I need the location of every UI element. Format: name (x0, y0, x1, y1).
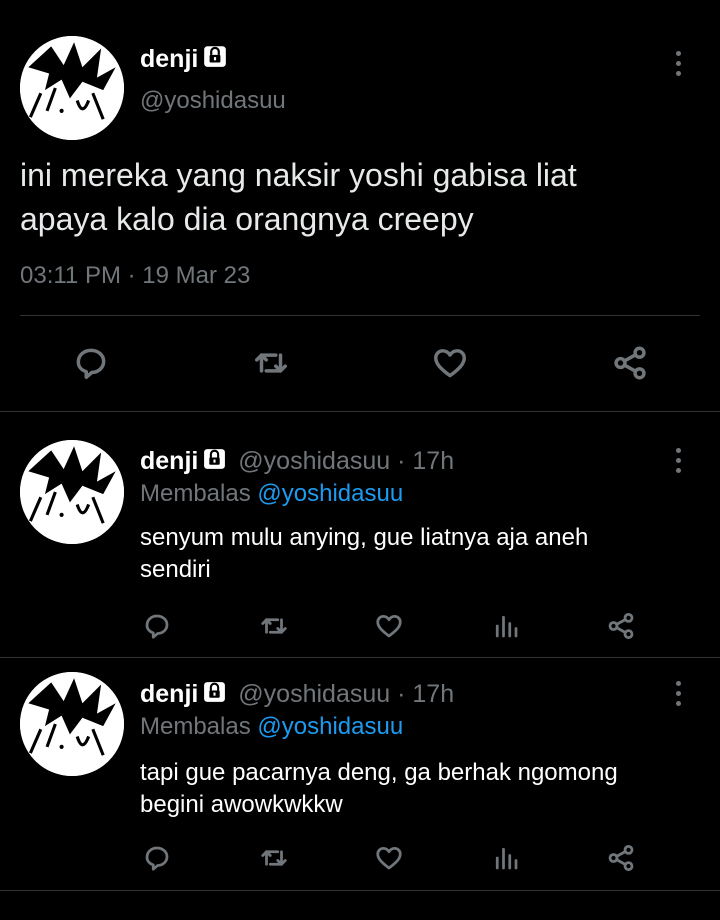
divider (0, 890, 720, 891)
avatar[interactable] (20, 672, 124, 776)
handle[interactable]: @yoshidasuu (140, 87, 286, 115)
post-age[interactable]: · 17h (397, 680, 454, 708)
avatar-image (20, 672, 124, 776)
share-icon[interactable] (610, 344, 650, 382)
more-options-icon[interactable] (674, 448, 682, 473)
display-name[interactable]: denji (140, 447, 198, 475)
avatar-image (20, 440, 124, 544)
tweet-text: ini mereka yang naksir yoshi gabisa liat… (20, 157, 577, 237)
divider (20, 315, 700, 316)
display-name[interactable]: denji (140, 680, 198, 708)
replying-to: Membalas @yoshidasuu (140, 713, 403, 741)
analytics-icon[interactable] (491, 843, 521, 873)
replying-to: Membalas @yoshidasuu (140, 480, 403, 508)
analytics-icon[interactable] (491, 611, 521, 641)
divider (0, 411, 720, 412)
tweet-text: tapi gue pacarnya deng, ga berhak ngomon… (140, 759, 618, 818)
avatar-image (20, 36, 124, 140)
lock-icon (202, 679, 227, 711)
retweet-icon[interactable] (258, 843, 290, 873)
mention-link[interactable]: @yoshidasuu (257, 480, 403, 507)
retweet-icon[interactable] (251, 344, 291, 382)
replying-label: Membalas (140, 480, 251, 507)
lock-icon (202, 446, 227, 478)
mention-link[interactable]: @yoshidasuu (257, 713, 403, 740)
reply-header: denji @yoshidasuu · 17h (140, 446, 454, 478)
reply-icon[interactable] (72, 344, 110, 382)
replying-label: Membalas (140, 713, 251, 740)
retweet-icon[interactable] (258, 611, 290, 641)
like-icon[interactable] (430, 344, 470, 382)
tweet-text: senyum mulu anying, gue liatnya aja aneh… (140, 524, 589, 583)
lock-icon (202, 43, 228, 76)
avatar[interactable] (20, 36, 124, 140)
post-age[interactable]: · 17h (397, 447, 454, 475)
divider (0, 657, 720, 658)
display-name[interactable]: denji (140, 43, 228, 76)
share-icon[interactable] (605, 843, 637, 873)
share-icon[interactable] (605, 611, 637, 641)
handle[interactable]: @yoshidasuu (238, 447, 390, 475)
like-icon[interactable] (373, 611, 405, 641)
more-options-icon[interactable] (674, 681, 682, 706)
reply-icon[interactable] (142, 843, 172, 873)
reply-header: denji @yoshidasuu · 17h (140, 679, 454, 711)
timestamp[interactable]: 03:11 PM · 19 Mar 23 (20, 262, 250, 290)
avatar[interactable] (20, 440, 124, 544)
handle[interactable]: @yoshidasuu (238, 680, 390, 708)
like-icon[interactable] (373, 843, 405, 873)
reply-icon[interactable] (142, 611, 172, 641)
more-options-icon[interactable] (674, 51, 682, 76)
